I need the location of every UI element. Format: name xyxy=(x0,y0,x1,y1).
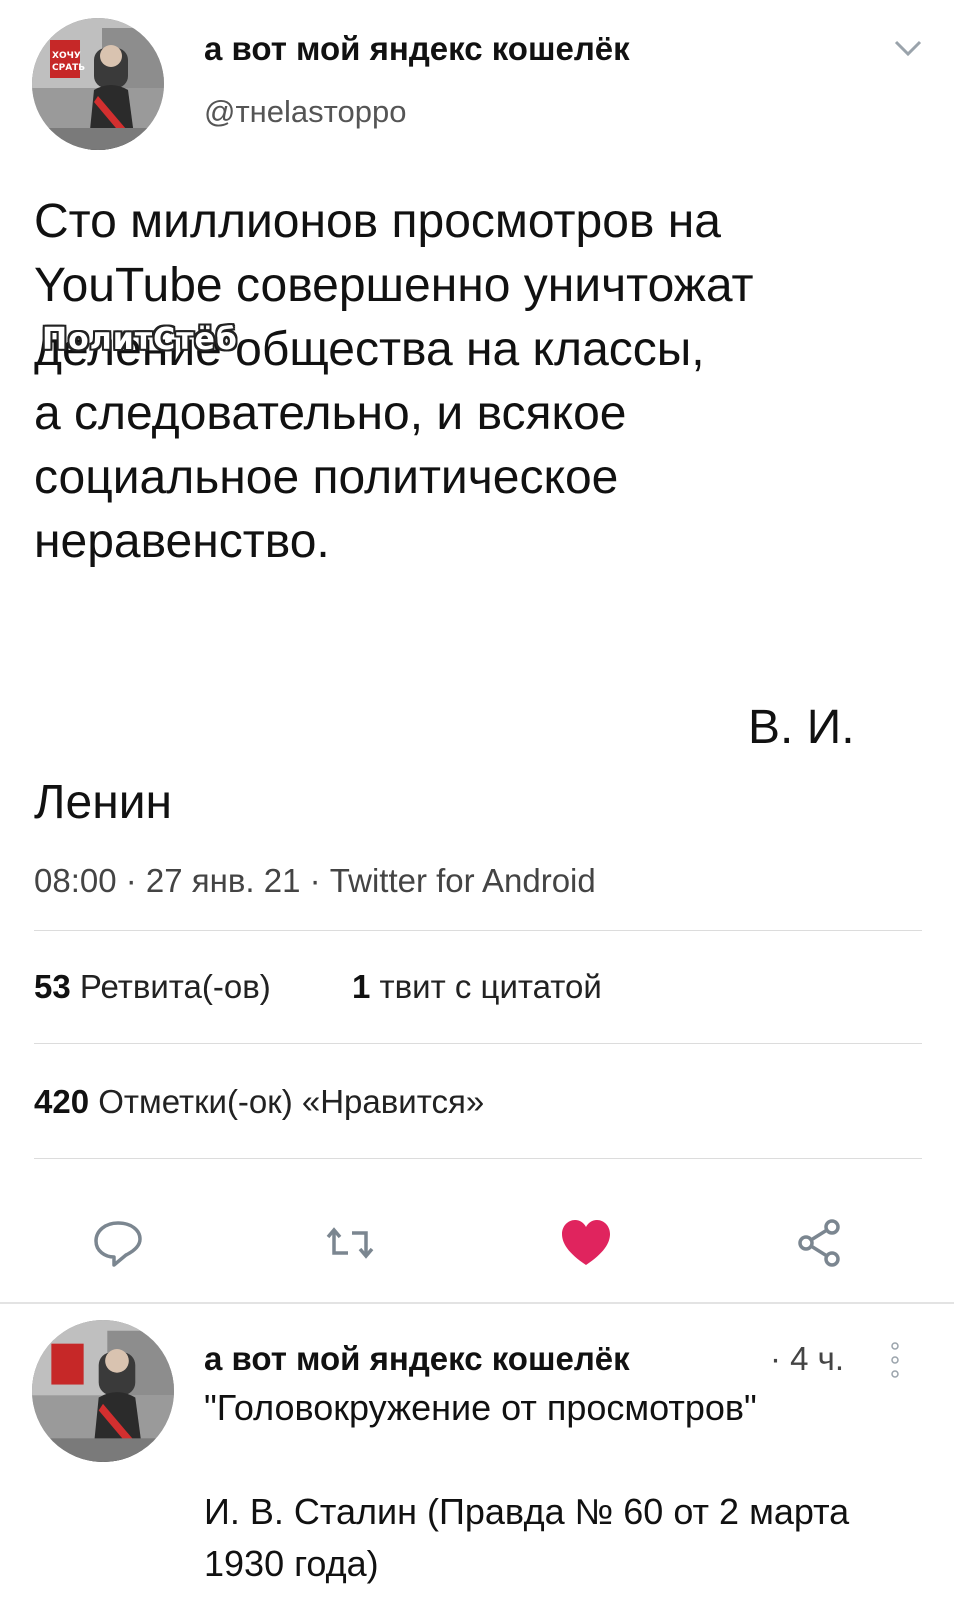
reply-author-name[interactable]: а вот мой яндекс кошелёк xyxy=(204,1340,630,1378)
quotes-label: твит с цитатой xyxy=(379,968,602,1005)
retweets-stat[interactable]: 53 Ретвита(-ов) xyxy=(34,968,271,1006)
main-tweet: ХОЧУ СРАТЬ а вот мой яндекс кошелёк @тне… xyxy=(0,0,954,1300)
thread-separator xyxy=(0,1302,954,1304)
likes-label: Отметки(-ок) «Нравится» xyxy=(98,1083,485,1120)
heart-icon xyxy=(562,1220,610,1265)
reply-timestamp: · 4 ч. xyxy=(770,1340,845,1377)
retweets-count: 53 xyxy=(34,968,71,1005)
more-options-icon[interactable] xyxy=(888,1338,902,1382)
avatar-sign-text-2: СРАТЬ xyxy=(52,63,85,73)
signature-name: Ленин xyxy=(34,776,173,829)
reply-body: "Головокружение от просмотров" И. В. Ста… xyxy=(204,1387,850,1584)
quotes-stat[interactable]: 1 твит с цитатой xyxy=(352,968,602,1006)
likes-count: 420 xyxy=(34,1083,90,1120)
author-handle[interactable]: @тнеlаsтоppо xyxy=(204,94,406,130)
share-button[interactable] xyxy=(790,1213,850,1273)
retweets-label: Ретвита(-ов) xyxy=(79,968,271,1005)
divider xyxy=(34,930,922,931)
author-avatar[interactable]: ХОЧУ СРАТЬ xyxy=(32,18,164,150)
retweet-icon xyxy=(326,1227,374,1259)
share-icon xyxy=(798,1219,840,1267)
chevron-down-icon[interactable] xyxy=(893,36,923,60)
signature-initials: В. И. xyxy=(748,701,855,754)
watermark: ПолитСтёб xyxy=(42,322,238,357)
quotes-count: 1 xyxy=(352,968,371,1005)
tweet-meta: 08:00 · 27 янв. 21 · Twitter for Android xyxy=(34,862,596,899)
reply-button[interactable] xyxy=(88,1213,148,1273)
divider xyxy=(34,1158,922,1159)
reply-icon xyxy=(94,1221,142,1267)
retweet-button[interactable] xyxy=(320,1213,380,1273)
reply-author-avatar[interactable] xyxy=(32,1320,174,1462)
likes-stat[interactable]: 420 Отметки(-ок) «Нравится» xyxy=(34,1083,484,1121)
divider xyxy=(34,1043,922,1044)
avatar-sign-text-1: ХОЧУ xyxy=(52,51,81,61)
author-name[interactable]: а вот мой яндекс кошелёк xyxy=(204,30,630,68)
like-button[interactable] xyxy=(556,1213,616,1273)
tweet-body: Сто миллионов просмотров на YouTube сове… xyxy=(34,195,754,568)
